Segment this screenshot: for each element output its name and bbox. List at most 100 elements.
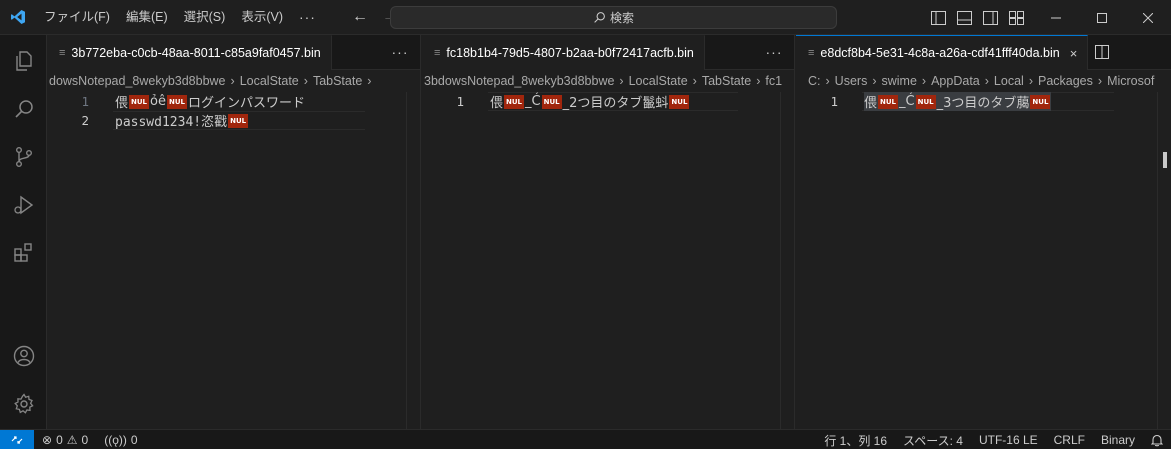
close-window-button[interactable] [1125,0,1171,35]
end-of-line[interactable]: CRLF [1046,433,1093,447]
split-editor-icon[interactable] [1088,35,1116,69]
ports-status[interactable]: ((ǫ)) 0 [96,433,145,447]
nul-badge: NUL [669,94,690,109]
explorer-icon[interactable] [0,37,47,85]
tab-bar: ≡ fc18b1b4-79d5-4807-b2aa-b0f72417acfb.b… [422,35,794,70]
more-actions-button[interactable]: ··· [754,35,794,69]
search-icon[interactable] [0,85,47,133]
breadcrumb-chevron-icon: › [1028,74,1033,88]
vscode-logo-icon [0,0,36,35]
language-mode[interactable]: Binary [1093,433,1143,447]
broadcast-icon: ((ǫ)) [104,432,127,447]
breadcrumb-chevron-icon: › [367,74,372,88]
file-icon: ≡ [434,47,441,59]
back-arrow-icon[interactable]: ← [352,8,368,26]
selected-line-content: 偎 NUL _Ć NUL _3つ目のタブ﨟 NUL [864,92,1052,111]
layout-controls [930,0,1024,35]
status-bar: ⊗ 0 ⚠ 0 ((ǫ)) 0 行 1、列 16 スペース: 4 UTF-16 … [0,429,1171,449]
status-bar-right: 行 1、列 16 スペース: 4 UTF-16 LE CRLF Binary [816,430,1171,449]
editor-group-3: ≡ e8dcf8b4-5e31-4c8a-a26a-cdf41fff40da.b… [796,35,1171,429]
line-content: passwd1234!恣戳 NUL [115,111,249,130]
breadcrumb-item[interactable]: swime [882,74,917,88]
tab-bar-spacer [332,35,380,69]
tab-bar: ≡ 3b772eba-c0cb-48aa-8011-c85a9faf0457.b… [47,35,420,70]
breadcrumb-item[interactable]: LocalState [629,74,688,88]
notifications-bell-icon[interactable] [1143,434,1171,447]
breadcrumb-chevron-icon: › [1097,74,1103,88]
cursor-position[interactable]: 行 1、列 16 [816,432,895,449]
nul-badge: NUL [915,94,936,109]
close-tab-icon[interactable]: × [1070,46,1078,61]
error-icon: ⊗ [42,432,53,447]
breadcrumb-item[interactable]: LocalState [240,74,299,88]
menu-file[interactable]: ファイル(F) [36,0,118,35]
menu-more-button[interactable]: ··· [291,9,324,25]
code-editor[interactable]: 1 偎 NUL _Ć NUL _3つ目のタブ﨟 NUL [796,92,1171,429]
tab-file-3[interactable]: ≡ e8dcf8b4-5e31-4c8a-a26a-cdf41fff40da.b… [796,35,1089,70]
command-center-search[interactable]: 検索 [390,6,837,29]
breadcrumb-item[interactable]: dowsNotepad_8wekyb3d8bbwe [49,74,226,88]
line-number: 1 [456,94,464,109]
vertical-scrollbar[interactable] [1157,92,1171,429]
scrollbar-thumb[interactable] [1163,152,1167,168]
tab-file-1[interactable]: ≡ 3b772eba-c0cb-48aa-8011-c85a9faf0457.b… [47,35,332,70]
menu-bar: ファイル(F) 編集(E) 選択(S) 表示(V) ··· [36,0,324,35]
toggle-primary-sidebar-icon[interactable] [930,10,946,26]
code-editor[interactable]: 1 偎 NUL ỏê NUL ログインパスワード 2 passwd1234!恣戳… [47,92,420,429]
line-content: 偎 NUL ỏê NUL ログインパスワード [115,92,305,111]
text-segment: passwd1234!恣戳 [115,115,228,130]
nul-badge: NUL [1030,94,1051,109]
tab-bar: ≡ e8dcf8b4-5e31-4c8a-a26a-cdf41fff40da.b… [796,35,1171,70]
customize-layout-icon[interactable] [1008,10,1024,26]
encoding[interactable]: UTF-16 LE [971,433,1046,447]
more-actions-button[interactable]: ··· [380,35,420,69]
tab-file-2[interactable]: ≡ fc18b1b4-79d5-4807-b2aa-b0f72417acfb.b… [422,35,705,70]
breadcrumb-item[interactable]: Users [835,74,868,88]
extensions-icon[interactable] [0,229,47,277]
menu-selection[interactable]: 選択(S) [176,0,234,35]
problems-status[interactable]: ⊗ 0 ⚠ 0 [34,433,96,447]
breadcrumb-item[interactable]: Local [994,74,1024,88]
breadcrumb-item[interactable]: TabState [313,74,362,88]
breadcrumb-chevron-icon: › [230,74,235,88]
toggle-panel-icon[interactable] [956,10,972,26]
text-segment: 偎 [864,96,878,111]
vertical-scrollbar[interactable] [780,92,794,429]
manage-gear-icon[interactable] [0,380,47,428]
tab-label: 3b772eba-c0cb-48aa-8011-c85a9faf0457.bin [71,46,321,60]
tab-label: fc18b1b4-79d5-4807-b2aa-b0f72417acfb.bin [446,46,694,60]
breadcrumb-item[interactable]: Packages [1038,74,1093,88]
error-count: 0 [56,432,63,447]
breadcrumb-item[interactable]: C: [808,74,821,88]
breadcrumb-item[interactable]: Microsof [1107,74,1154,88]
editor-group-1: ≡ 3b772eba-c0cb-48aa-8011-c85a9faf0457.b… [47,35,421,429]
code-line: 2 passwd1234!恣戳 NUL [47,111,420,130]
nul-badge: NUL [166,94,187,109]
breadcrumb-item[interactable]: 3bdowsNotepad_8wekyb3d8bbwe [424,74,614,88]
minimize-button[interactable] [1033,0,1079,35]
breadcrumb-chevron-icon: › [692,74,697,88]
file-icon: ≡ [808,47,815,59]
source-control-icon[interactable] [0,133,47,181]
indentation[interactable]: スペース: 4 [895,432,971,449]
accounts-icon[interactable] [0,332,47,380]
window-controls [1033,0,1171,35]
toggle-secondary-sidebar-icon[interactable] [982,10,998,26]
search-label: 検索 [609,11,634,25]
vertical-scrollbar[interactable] [406,92,420,429]
nul-badge: NUL [504,94,525,109]
code-editor[interactable]: 1 偎 NUL _Ć NUL _2つ目のタブ鬣蚪 NUL [422,92,794,429]
run-debug-icon[interactable] [0,181,47,229]
line-number: 1 [830,94,838,109]
nul-badge: NUL [541,94,562,109]
menu-view[interactable]: 表示(V) [233,0,291,35]
breadcrumb-item[interactable]: AppData [931,74,980,88]
text-segment: ỏê [150,94,166,109]
breadcrumb-chevron-icon: › [921,74,927,88]
breadcrumb-item[interactable]: fc1 [765,74,782,88]
breadcrumb-item[interactable]: TabState [702,74,751,88]
nul-badge: NUL [878,94,899,109]
menu-edit[interactable]: 編集(E) [118,0,176,35]
maximize-button[interactable] [1079,0,1125,35]
remote-indicator-icon[interactable] [0,429,34,449]
